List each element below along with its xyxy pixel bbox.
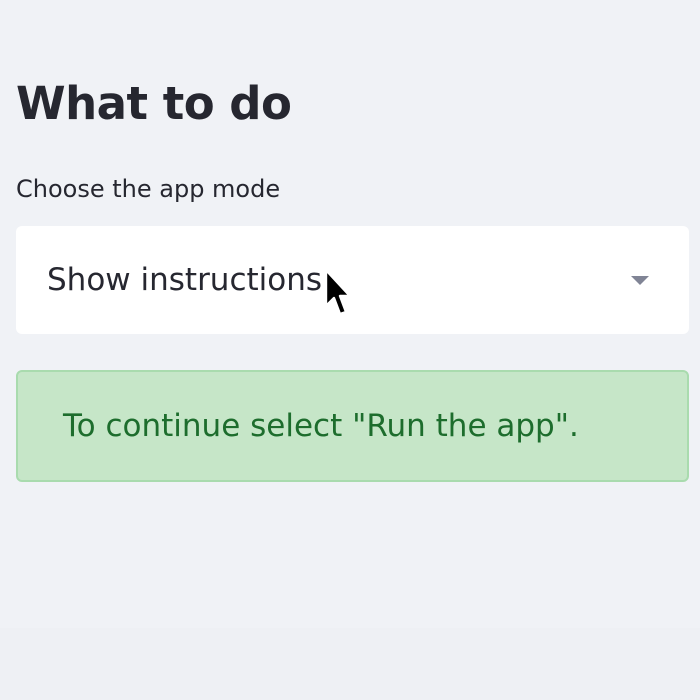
cursor-icon xyxy=(324,268,352,316)
bottom-area xyxy=(0,628,700,700)
sidebar-heading: What to do xyxy=(16,77,292,130)
app-mode-select-value: Show instructions xyxy=(47,262,323,298)
chevron-down-icon[interactable] xyxy=(631,276,649,285)
app-mode-select[interactable]: Show instructions xyxy=(16,226,689,334)
success-alert: To continue select "Run the app". xyxy=(16,370,689,482)
sidebar: What to do Choose the app mode Show inst… xyxy=(0,0,700,700)
alert-message: To continue select "Run the app". xyxy=(63,408,579,444)
app-mode-select-label: Choose the app mode xyxy=(16,175,281,203)
